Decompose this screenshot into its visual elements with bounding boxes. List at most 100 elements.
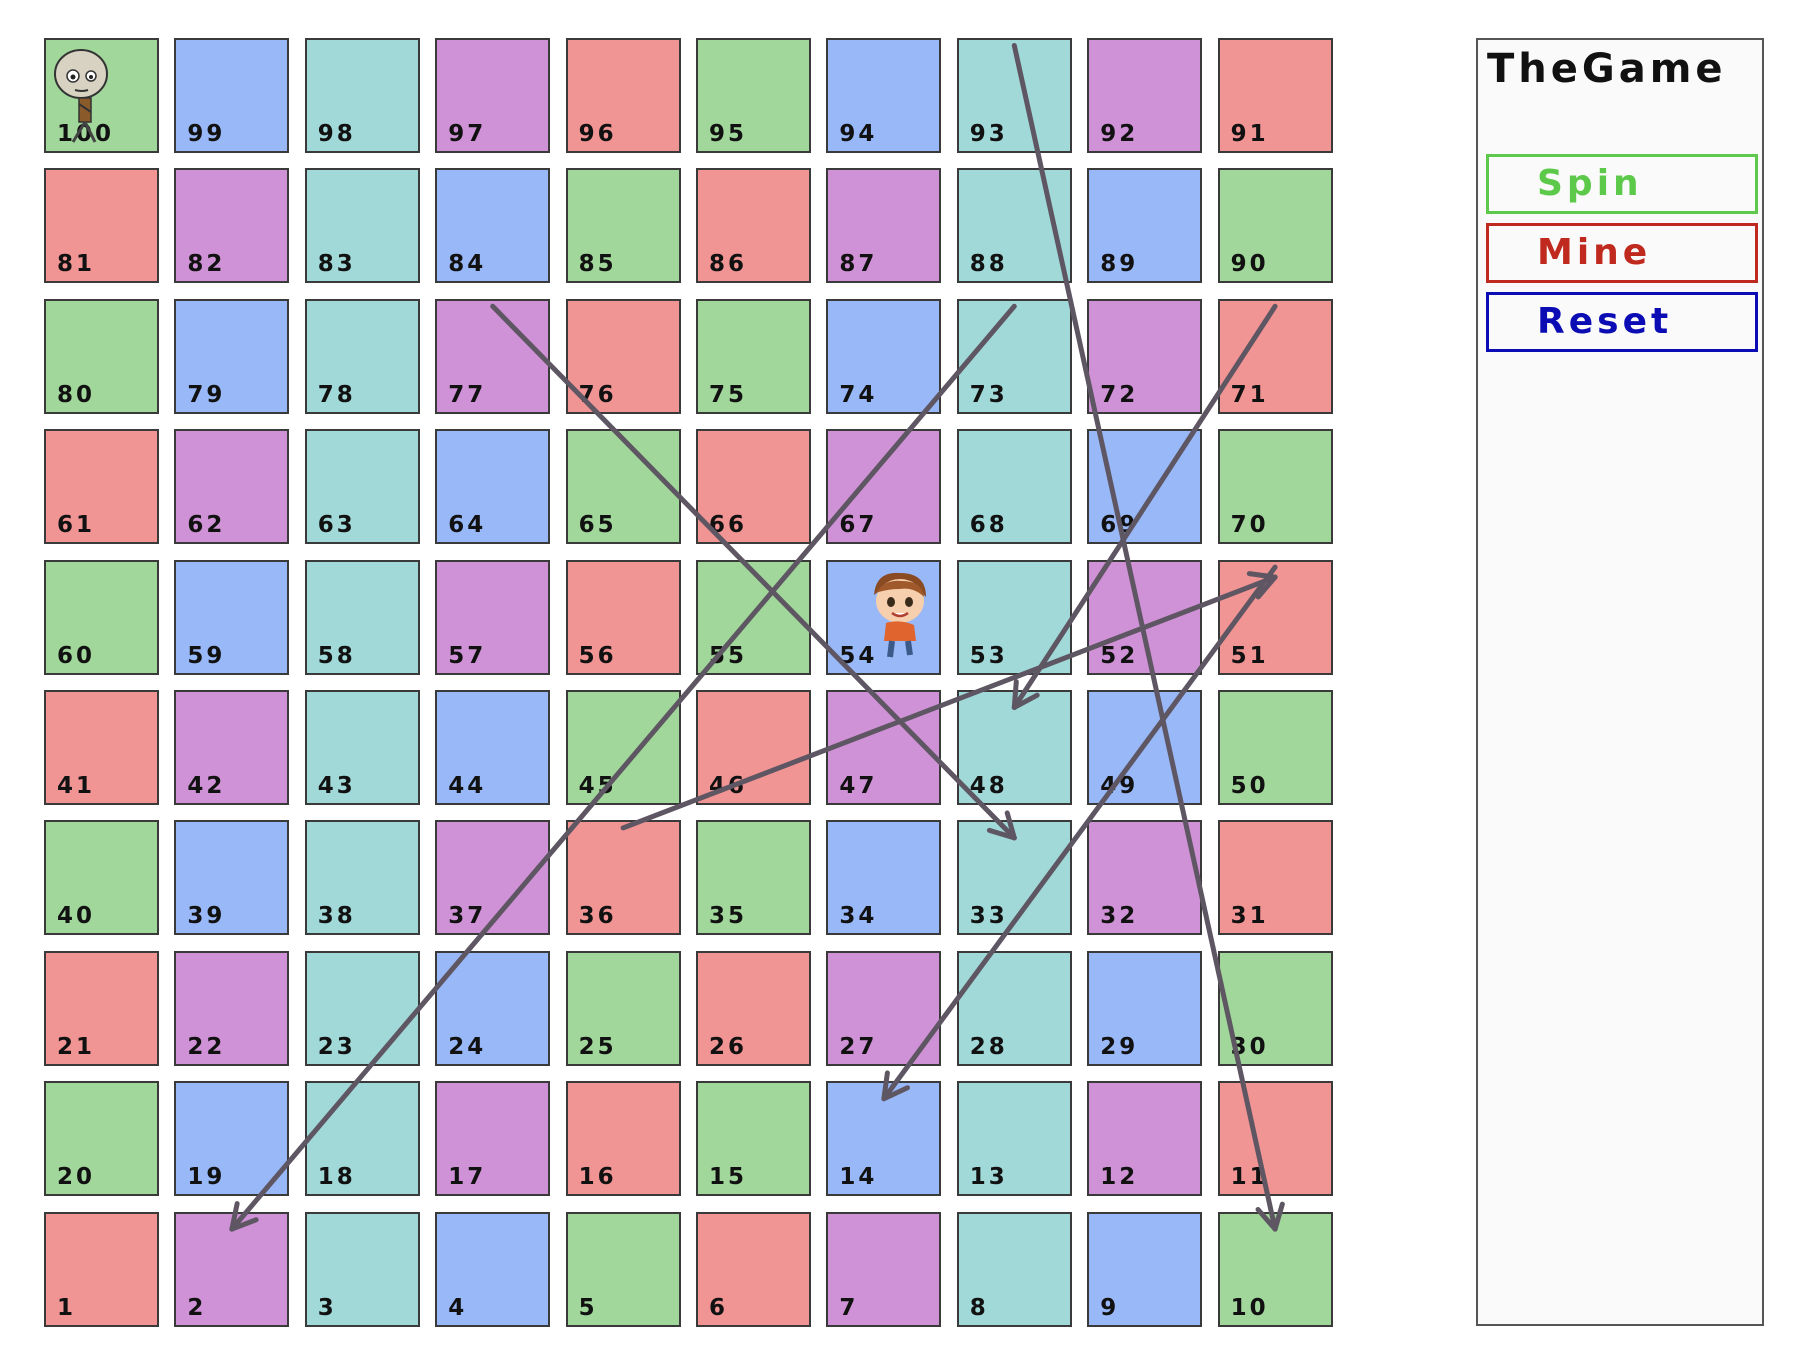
square-number: 19 <box>187 1164 226 1191</box>
board-square: 62 <box>174 429 290 545</box>
board-square: 74 <box>826 298 942 414</box>
board-square: 79 <box>174 298 290 414</box>
board-square: 18 <box>304 1081 420 1197</box>
square-number: 2 <box>187 1294 207 1321</box>
square-number: 21 <box>57 1033 96 1060</box>
square-number: 60 <box>57 642 96 669</box>
square-number: 34 <box>839 903 878 930</box>
square-number: 76 <box>578 381 617 408</box>
square-number: 47 <box>839 773 878 799</box>
square-number: 45 <box>578 773 617 799</box>
square-number: 64 <box>448 512 487 539</box>
square-number: 71 <box>1230 381 1269 408</box>
board-square: 80 <box>44 298 159 414</box>
square-number: 26 <box>709 1033 748 1060</box>
board-square: 72 <box>1087 298 1203 414</box>
boy-token <box>864 567 936 663</box>
board-square: 3 <box>304 1211 420 1327</box>
square-number: 96 <box>578 121 617 147</box>
board-square: 37 <box>435 820 551 936</box>
square-number: 70 <box>1230 512 1269 539</box>
square-number: 23 <box>317 1033 356 1060</box>
square-number: 13 <box>969 1164 1008 1191</box>
square-number: 48 <box>969 773 1008 799</box>
square-number: 55 <box>709 642 748 669</box>
square-number: 93 <box>969 121 1008 147</box>
board-square: 53 <box>956 559 1072 675</box>
board-square: 31 <box>1217 820 1333 936</box>
board-square: 92 <box>1087 38 1203 153</box>
board-square: 90 <box>1217 168 1333 284</box>
board-square: 64 <box>435 429 551 545</box>
square-number: 83 <box>317 251 356 278</box>
reset-button[interactable]: Reset <box>1486 292 1758 352</box>
square-number: 67 <box>839 512 878 539</box>
board-square: 44 <box>435 690 551 805</box>
board-square: 69 <box>1087 429 1203 545</box>
square-number: 56 <box>578 642 617 669</box>
mine-button[interactable]: Mine <box>1486 223 1758 283</box>
board-square: 91 <box>1217 38 1333 153</box>
board-square: 36 <box>565 820 681 936</box>
square-number: 87 <box>839 251 878 278</box>
board-square: 89 <box>1087 168 1203 284</box>
square-number: 35 <box>709 903 748 930</box>
board-square: 48 <box>956 690 1072 805</box>
square-number: 53 <box>969 642 1008 669</box>
board-square: 55 <box>696 559 811 675</box>
board-square: 65 <box>565 429 681 545</box>
board-square: 71 <box>1217 298 1333 414</box>
square-number: 99 <box>187 121 226 147</box>
square-number: 58 <box>317 642 356 669</box>
square-number: 24 <box>448 1033 487 1060</box>
square-number: 95 <box>709 121 748 147</box>
board-square: 84 <box>435 168 551 284</box>
game-board: 100 99 98 97 96 95 94 93 92 91 81 82 83 84 85 86 87 88 89 9… <box>0 0 1360 1354</box>
square-number: 98 <box>317 121 356 147</box>
board-square: 42 <box>174 690 290 805</box>
square-number: 43 <box>317 773 356 799</box>
board-square: 35 <box>696 820 811 936</box>
square-number: 7 <box>839 1294 859 1321</box>
board-square: 21 <box>44 950 159 1066</box>
square-number: 32 <box>1100 903 1139 930</box>
square-number: 33 <box>969 903 1008 930</box>
square-number: 41 <box>57 773 96 799</box>
square-number: 28 <box>969 1033 1008 1060</box>
square-number: 84 <box>448 251 487 278</box>
board-square: 23 <box>304 950 420 1066</box>
square-number: 40 <box>57 903 96 930</box>
board-square: 76 <box>565 298 681 414</box>
square-number: 89 <box>1100 251 1139 278</box>
square-number: 62 <box>187 512 226 539</box>
square-number: 77 <box>448 381 487 408</box>
square-number: 69 <box>1100 512 1139 539</box>
board-square: 59 <box>174 559 290 675</box>
board-square: 13 <box>956 1081 1072 1197</box>
board-square: 85 <box>565 168 681 284</box>
square-number: 29 <box>1100 1033 1139 1060</box>
square-number: 74 <box>839 381 878 408</box>
square-number: 75 <box>709 381 748 408</box>
square-number: 81 <box>57 251 96 278</box>
square-number: 88 <box>969 251 1008 278</box>
board-square: 41 <box>44 690 159 805</box>
square-number: 4 <box>448 1294 468 1321</box>
board-square: 63 <box>304 429 420 545</box>
board-square: 61 <box>44 429 159 545</box>
board-square: 12 <box>1087 1081 1203 1197</box>
board-square: 81 <box>44 168 159 284</box>
spin-button[interactable]: Spin <box>1486 154 1758 214</box>
square-number: 9 <box>1100 1294 1120 1321</box>
control-panel: TheGame Spin Mine Reset <box>1476 38 1764 1326</box>
board-square: 22 <box>174 950 290 1066</box>
board-square: 57 <box>435 559 551 675</box>
board-square: 38 <box>304 820 420 936</box>
square-number: 11 <box>1230 1164 1269 1191</box>
square-number: 94 <box>839 121 878 147</box>
board-square: 49 <box>1087 690 1203 805</box>
board-square: 83 <box>304 168 420 284</box>
square-number: 49 <box>1100 773 1139 799</box>
square-number: 10 <box>1230 1294 1269 1321</box>
square-number: 97 <box>448 121 487 147</box>
